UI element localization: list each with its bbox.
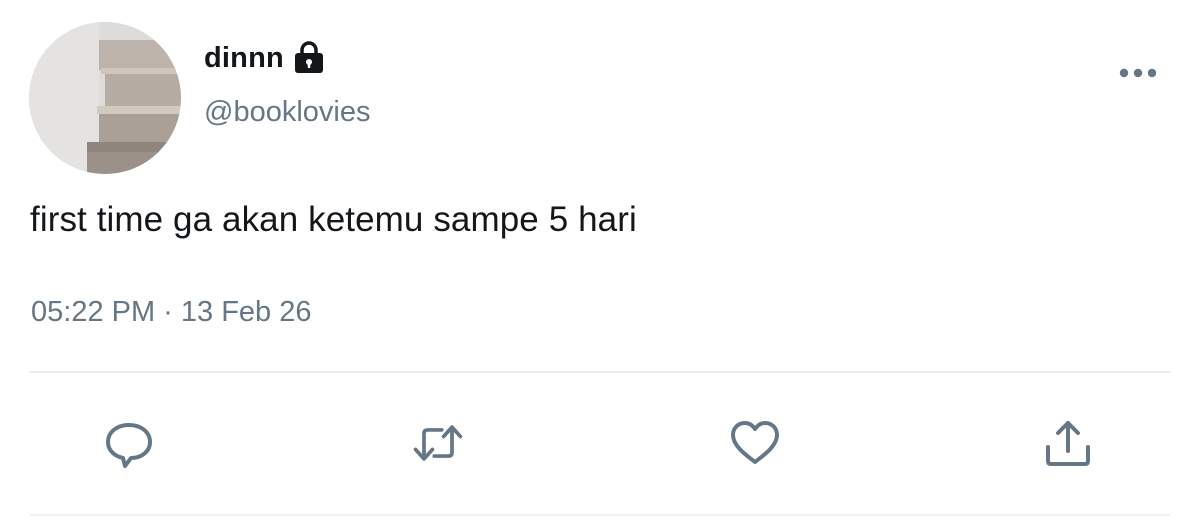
display-name-row: dinnn (204, 38, 326, 78)
divider (30, 371, 1170, 373)
tweet-text: first time ga akan ketemu sampe 5 hari (30, 200, 637, 239)
user-handle[interactable]: @booklovies (204, 96, 370, 129)
avatar[interactable] (29, 22, 181, 174)
tweet-timestamp[interactable]: 05:22 PM · 13 Feb 26 (31, 296, 312, 329)
heart-icon (731, 421, 779, 464)
tweet-card: dinnn @booklovies first time ga akan ket… (0, 0, 1200, 530)
more-horizontal-icon[interactable] (1114, 62, 1162, 84)
share-upload-icon (1046, 421, 1090, 466)
display-name[interactable]: dinnn (204, 42, 284, 75)
speech-bubble-icon (106, 423, 152, 468)
avatar-image (29, 22, 181, 174)
reply-button[interactable] (101, 415, 157, 471)
retweet-button[interactable] (410, 415, 466, 471)
like-button[interactable] (727, 415, 783, 471)
share-button[interactable] (1040, 415, 1096, 471)
lock-icon (292, 41, 326, 75)
bottom-divider (30, 514, 1170, 516)
retweet-arrows-icon (413, 425, 463, 461)
